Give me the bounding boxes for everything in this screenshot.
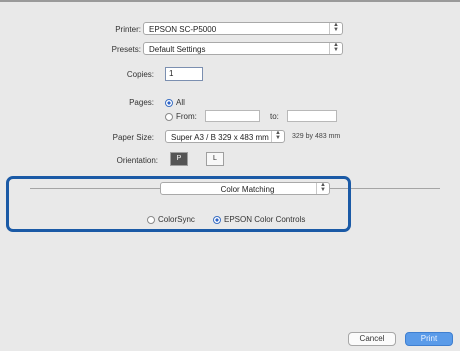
orientation-label: Orientation:: [116, 156, 158, 165]
pages-from-label: From:: [176, 112, 197, 121]
printer-popup[interactable]: EPSON SC-P5000 ▲ ▼: [143, 22, 343, 35]
popup-arrows-icon: ▲ ▼: [271, 131, 284, 142]
presets-label: Presets:: [111, 45, 141, 54]
portrait-icon: P: [171, 153, 187, 165]
pages-from-field[interactable]: [205, 110, 260, 122]
copies-value: 1: [169, 69, 174, 78]
paper-dimensions: 329 by 483 mm: [292, 133, 341, 140]
orientation-portrait-button[interactable]: P: [170, 152, 188, 166]
copies-field[interactable]: 1: [165, 67, 203, 81]
pages-range-radio[interactable]: [165, 113, 173, 121]
paper-size-popup[interactable]: Super A3 / B 329 x 483 mm ▲ ▼: [165, 130, 285, 143]
print-button[interactable]: Print: [405, 332, 453, 346]
presets-value: Default Settings: [149, 45, 206, 54]
popup-arrows-icon: ▲ ▼: [329, 43, 342, 54]
print-dialog: Printer: EPSON SC-P5000 ▲ ▼ Presets: Defa…: [0, 0, 460, 351]
pages-all-label: All: [176, 98, 185, 107]
presets-popup[interactable]: Default Settings ▲ ▼: [143, 42, 343, 55]
highlight-callout: [6, 176, 351, 232]
cancel-button[interactable]: Cancel: [348, 332, 396, 346]
printer-label: Printer:: [115, 25, 141, 34]
landscape-icon: L: [213, 155, 217, 162]
paper-size-value: Super A3 / B 329 x 483 mm: [171, 133, 269, 142]
top-divider: [0, 0, 460, 2]
pages-to-label: to:: [270, 112, 279, 121]
copies-label: Copies:: [126, 70, 154, 79]
pages-label: Pages:: [129, 98, 154, 107]
printer-value: EPSON SC-P5000: [149, 25, 217, 34]
popup-arrows-icon: ▲ ▼: [329, 23, 342, 34]
paper-size-label: Paper Size:: [112, 133, 154, 142]
pages-all-radio[interactable]: [165, 99, 173, 107]
orientation-landscape-button[interactable]: L: [206, 152, 224, 166]
pages-to-field[interactable]: [287, 110, 337, 122]
